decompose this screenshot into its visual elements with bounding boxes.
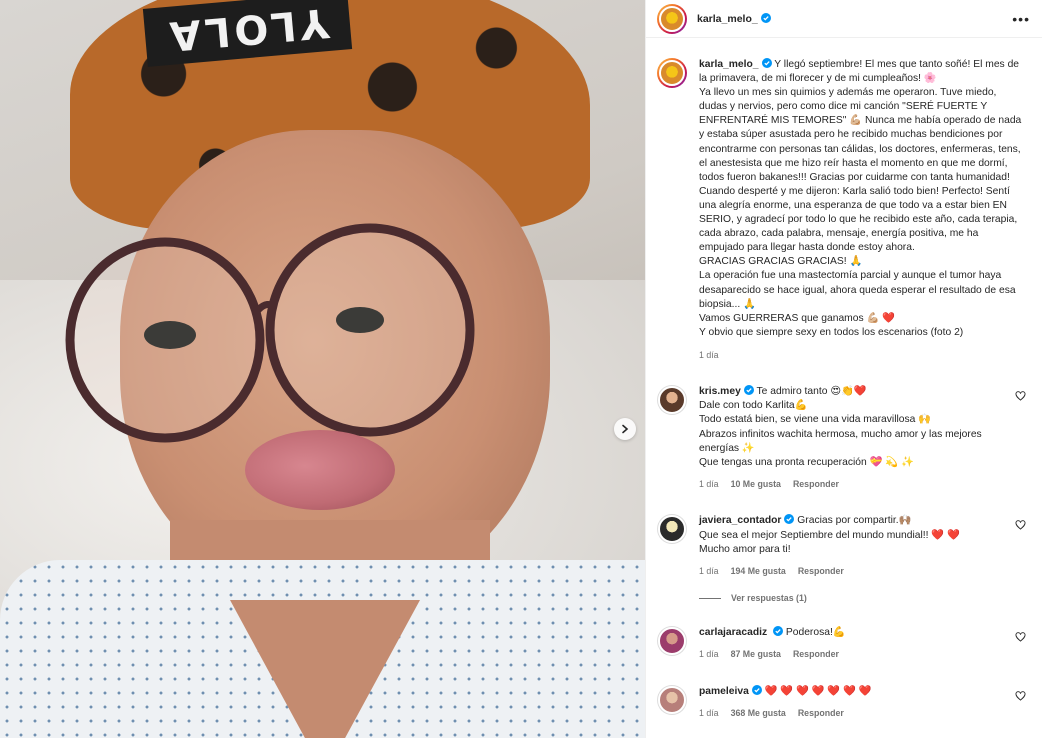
lips (245, 430, 395, 510)
commenter-avatar[interactable] (657, 684, 687, 715)
commenter-avatar[interactable] (657, 626, 687, 657)
caption-avatar[interactable] (657, 58, 687, 88)
replies-divider (699, 597, 721, 599)
comment-time: 1 día (699, 566, 719, 576)
comment-time: 1 día (699, 479, 719, 490)
comment-likes[interactable]: 194 Me gusta (731, 564, 786, 578)
verified-icon (773, 626, 783, 637)
comment-likes[interactable]: 10 Me gusta (731, 477, 781, 491)
comment: pameleiva ❤️ ❤️ ❤️ ❤️ ❤️ ❤️ ❤️ 1 día 368… (657, 684, 1026, 720)
commenter-avatar[interactable] (657, 514, 687, 545)
comment-body: carlajaracadiz Poderosa!💪 1 día 87 Me gu… (699, 626, 1017, 661)
caption-line: Ya llevo un mes sin quimios y además me … (699, 87, 1022, 183)
reply-button[interactable]: Responder (793, 477, 839, 491)
author-avatar[interactable] (657, 3, 687, 34)
glasses (65, 223, 475, 443)
comment-time: 1 día (699, 707, 719, 718)
comment-likes[interactable]: 87 Me gusta (731, 647, 781, 661)
caption-line: GRACIAS GRACIAS GRACIAS! 🙏 (699, 256, 863, 268)
like-heart-icon[interactable] (1015, 391, 1026, 401)
like-heart-icon[interactable] (1015, 520, 1026, 531)
comment-body: javiera_contador Gracias por compartir.🙌… (699, 514, 1017, 578)
comment-text: ❤️ ❤️ ❤️ ❤️ ❤️ ❤️ ❤️ (764, 685, 872, 697)
caption-line: Cuando desperté y me dijeron: Karla sali… (699, 185, 1018, 254)
chevron-right-icon (622, 424, 629, 434)
comment-meta: 1 día 87 Me gusta Responder (699, 647, 1017, 661)
verified-icon (760, 12, 771, 23)
verified-icon (761, 58, 772, 68)
verified-icon (751, 684, 762, 695)
reply-button[interactable]: Responder (793, 647, 839, 661)
verified-icon (784, 514, 795, 525)
comments-area[interactable]: karla_melo_ Y llegó septiembre! El mes q… (646, 38, 1042, 738)
more-options-button[interactable]: ••• (1012, 11, 1030, 27)
next-photo-button[interactable] (614, 418, 636, 440)
like-heart-icon[interactable] (1015, 632, 1026, 642)
view-replies-label: Ver respuestas (1) (731, 593, 807, 604)
comment: javiera_contador Gracias por compartir.🙌… (657, 514, 1026, 578)
like-heart-icon[interactable] (1015, 690, 1026, 701)
reply-button[interactable]: Responder (798, 706, 844, 720)
reply-button[interactable]: Responder (798, 564, 844, 578)
comment: kris.mey Te admiro tanto 😍👏❤️ Dale con t… (657, 384, 1026, 491)
verified-icon (743, 384, 754, 395)
caption-line: Vamos GUERRERAS que ganamos 💪🏼 ❤️ (699, 312, 895, 324)
author-username[interactable]: karla_melo_ (697, 12, 771, 25)
comment-text: Te admiro tanto 😍👏❤️ Dale con todo Karli… (699, 385, 982, 468)
caption-line: La operación fue una mastectomía parcial… (699, 270, 1016, 310)
comment-meta: 1 día 368 Me gusta Responder (699, 706, 1017, 720)
comment: carlajaracadiz Poderosa!💪 1 día 87 Me gu… (657, 626, 1026, 661)
caption-line: Y obvio que siempre sexy en todos los es… (699, 326, 964, 338)
comment-text: Poderosa!💪 (785, 627, 846, 639)
comment-body: kris.mey Te admiro tanto 😍👏❤️ Dale con t… (699, 384, 1017, 491)
commenter-username[interactable]: carlajaracadiz (699, 627, 767, 638)
caption: karla_melo_ Y llegó septiembre! El mes q… (657, 58, 1026, 362)
commenter-username[interactable]: pameleiva (699, 686, 749, 697)
commenter-username[interactable]: kris.mey (699, 386, 741, 397)
commenter-avatar[interactable] (657, 384, 687, 415)
post-photo[interactable]: YLOLA (0, 0, 645, 738)
comment-meta: 1 día 10 Me gusta Responder (699, 477, 1017, 491)
comment-time: 1 día (699, 649, 719, 660)
comment-meta: 1 día 194 Me gusta Responder (699, 564, 1017, 578)
caption-time: 1 día (699, 349, 719, 360)
caption-username[interactable]: karla_melo_ (699, 59, 759, 70)
caption-text: karla_melo_ Y llegó septiembre! El mes q… (699, 58, 1026, 362)
comment-body: pameleiva ❤️ ❤️ ❤️ ❤️ ❤️ ❤️ ❤️ 1 día 368… (699, 684, 1017, 720)
post-sidebar: karla_melo_ ••• karla_melo_ Y llegó sept… (645, 0, 1042, 738)
post-header: karla_melo_ ••• (646, 0, 1042, 38)
commenter-username[interactable]: javiera_contador (699, 515, 781, 526)
comment-likes[interactable]: 368 Me gusta (731, 706, 786, 720)
view-replies-button[interactable]: Ver respuestas (1) (699, 593, 1026, 603)
